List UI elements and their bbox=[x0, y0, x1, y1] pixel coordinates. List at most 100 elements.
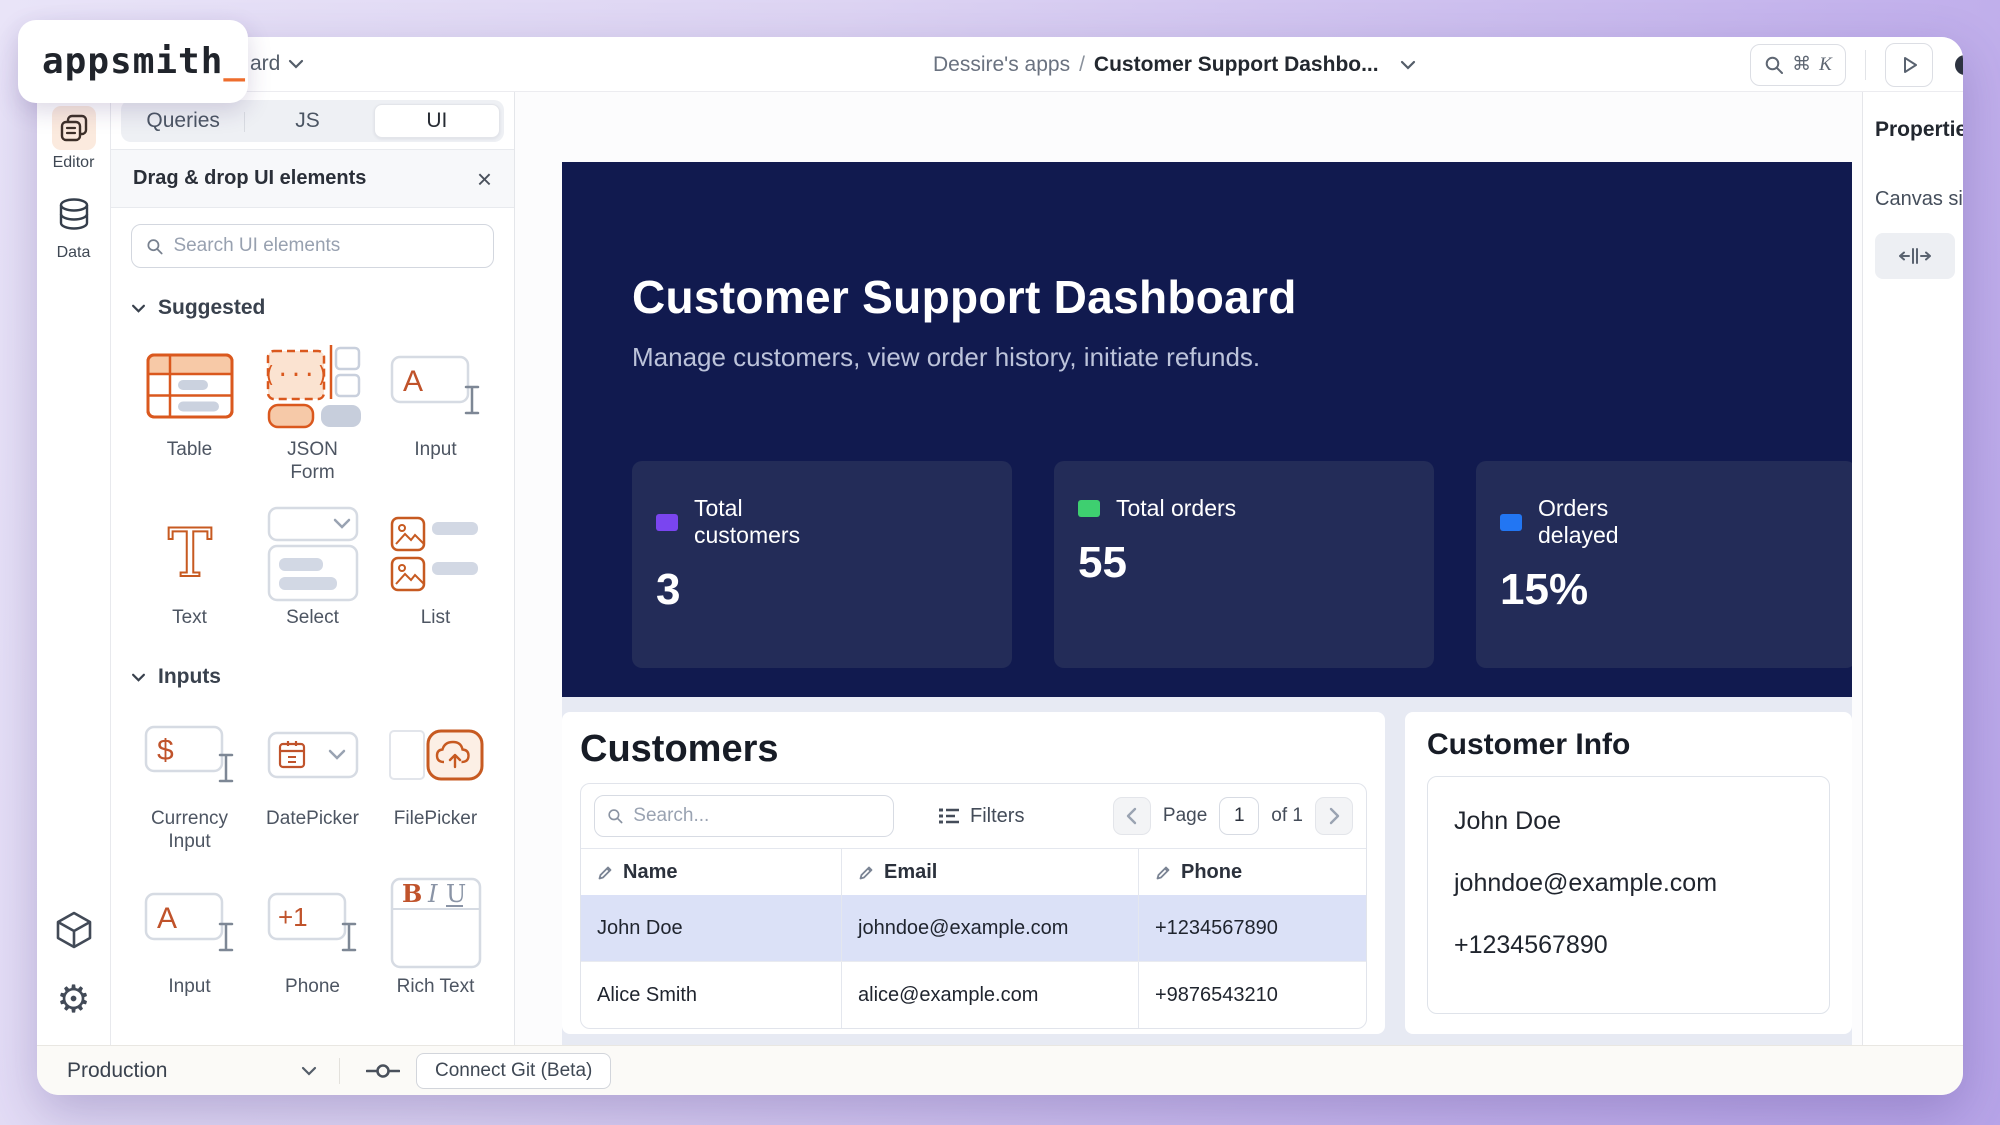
chevron-right-icon bbox=[1329, 807, 1340, 825]
customer-info-box: John Doe johndoe@example.com +1234567890 bbox=[1427, 776, 1830, 1014]
widget-card-list[interactable]: List bbox=[377, 512, 494, 629]
widget-search-input[interactable] bbox=[173, 235, 479, 257]
shortcut-modifier: ⌘ bbox=[1792, 53, 1811, 76]
widget-card-filepicker[interactable]: FilePicker bbox=[377, 713, 494, 853]
tab-queries[interactable]: Queries bbox=[121, 103, 245, 139]
widget-card-json-form[interactable]: (···) JSON Form bbox=[254, 344, 371, 484]
stat-card-total-customers[interactable]: Total customers 3 bbox=[632, 461, 1012, 668]
close-icon[interactable]: × bbox=[477, 166, 492, 192]
column-header-phone[interactable]: Phone bbox=[1138, 849, 1366, 895]
avatar[interactable] bbox=[1955, 55, 1963, 75]
cell-email[interactable]: johndoe@example.com bbox=[841, 895, 1138, 961]
widget-card-rich-text[interactable]: BIU Rich Text bbox=[377, 881, 494, 998]
widget-label: Rich Text bbox=[397, 975, 475, 998]
column-header-email[interactable]: Email bbox=[841, 849, 1138, 895]
filters-icon bbox=[938, 807, 960, 825]
canvas-resize-button[interactable] bbox=[1875, 233, 1955, 279]
hero-banner[interactable]: Customer Support Dashboard Manage custom… bbox=[562, 162, 1852, 697]
prev-page-button[interactable] bbox=[1113, 797, 1151, 835]
table-search-input[interactable] bbox=[633, 805, 881, 827]
widget-card-currency-input[interactable]: $ Currency Input bbox=[131, 713, 248, 853]
widget-card-phone-input[interactable]: +1 Phone bbox=[254, 881, 371, 998]
table-row[interactable]: Alice Smith alice@example.com +987654321… bbox=[581, 961, 1366, 1028]
appsmith-logo[interactable]: appsmith_ bbox=[18, 20, 248, 103]
rail-item-data[interactable]: Data bbox=[52, 196, 96, 262]
pages-dropdown-fragment[interactable]: ard bbox=[250, 52, 304, 76]
widget-grid-inputs: $ Currency Input DatePicker FilePicker bbox=[131, 713, 494, 998]
properties-panel: Properties Canvas siz bbox=[1862, 92, 1963, 1045]
rail-item-editor[interactable]: Editor bbox=[52, 106, 96, 172]
database-icon bbox=[52, 196, 96, 240]
breadcrumb-app-name[interactable]: Customer Support Dashbo... bbox=[1094, 53, 1379, 77]
app-canvas[interactable]: Customer Support Dashboard Manage custom… bbox=[515, 92, 1862, 1045]
search-icon bbox=[1764, 55, 1784, 75]
customer-info-name: John Doe bbox=[1454, 807, 1803, 836]
stat-card-total-orders[interactable]: Total orders 55 bbox=[1054, 461, 1434, 668]
canvas-size-label: Canvas siz bbox=[1875, 188, 1963, 211]
top-bar: ard Dessire's apps / Customer Support Da… bbox=[37, 37, 1963, 92]
widget-card-input[interactable]: A Input bbox=[131, 881, 248, 998]
stat-card-orders-delayed[interactable]: Orders delayed 15% bbox=[1476, 461, 1852, 668]
tab-js[interactable]: JS bbox=[245, 103, 369, 139]
input-widget-icon: A bbox=[390, 344, 482, 428]
chevron-left-icon bbox=[1126, 807, 1137, 825]
customer-info-panel[interactable]: Customer Info John Doe johndoe@example.c… bbox=[1405, 712, 1852, 1034]
widget-card-select[interactable]: Select bbox=[254, 512, 371, 629]
widget-label: FilePicker bbox=[394, 807, 477, 830]
resize-horizontal-icon bbox=[1897, 246, 1933, 266]
widget-card-input[interactable]: A Input bbox=[377, 344, 494, 484]
svg-text:A: A bbox=[403, 365, 423, 398]
table-toolbar: Filters Page of 1 bbox=[581, 784, 1366, 848]
stat-value: 15% bbox=[1500, 565, 1832, 615]
connect-git-button[interactable]: Connect Git (Beta) bbox=[416, 1053, 611, 1089]
pages-dropdown-label: ard bbox=[250, 52, 280, 76]
widget-card-text[interactable]: T Text bbox=[131, 512, 248, 629]
environment-label: Production bbox=[67, 1059, 167, 1083]
stat-swatch bbox=[656, 514, 678, 531]
properties-title: Properties bbox=[1875, 118, 1963, 142]
tab-ui[interactable]: UI bbox=[374, 104, 500, 138]
table-search[interactable] bbox=[594, 795, 894, 837]
omnibar-search-button[interactable]: ⌘ K bbox=[1750, 44, 1846, 86]
pencil-icon bbox=[858, 864, 875, 881]
stat-swatch bbox=[1078, 500, 1100, 517]
cell-phone[interactable]: +1234567890 bbox=[1138, 895, 1366, 961]
phone-input-widget-icon: +1 bbox=[267, 881, 359, 965]
svg-text:+1: +1 bbox=[278, 902, 308, 932]
section-suggested[interactable]: Suggested bbox=[131, 296, 494, 320]
cell-phone[interactable]: +9876543210 bbox=[1138, 962, 1366, 1028]
breadcrumb[interactable]: Dessire's apps / Customer Support Dashbo… bbox=[933, 37, 1416, 92]
cell-name[interactable]: John Doe bbox=[581, 895, 841, 961]
section-title: Inputs bbox=[158, 665, 221, 689]
widget-label: Phone bbox=[285, 975, 340, 998]
breadcrumb-workspace[interactable]: Dessire's apps bbox=[933, 53, 1070, 77]
customers-panel[interactable]: Customers Filters bbox=[562, 712, 1385, 1034]
page-number-input[interactable] bbox=[1219, 797, 1259, 835]
next-page-button[interactable] bbox=[1315, 797, 1353, 835]
page-of-label: of 1 bbox=[1271, 805, 1303, 827]
widgets-panel-header: Drag & drop UI elements × bbox=[111, 150, 514, 208]
rail-item-settings[interactable]: ⚙ bbox=[56, 981, 90, 1019]
rail-item-label: Data bbox=[57, 244, 91, 262]
table-row[interactable]: John Doe johndoe@example.com +1234567890 bbox=[581, 895, 1366, 961]
shortcut-key: K bbox=[1819, 54, 1832, 76]
section-inputs[interactable]: Inputs bbox=[131, 665, 494, 689]
environment-select[interactable]: Production bbox=[67, 1059, 317, 1083]
filters-button[interactable]: Filters bbox=[938, 805, 1024, 828]
svg-text:(···): (···) bbox=[265, 363, 329, 388]
widget-card-table[interactable]: Table bbox=[131, 344, 248, 484]
cell-email[interactable]: alice@example.com bbox=[841, 962, 1138, 1028]
deploy-preview-button[interactable] bbox=[1885, 43, 1933, 87]
stat-value: 55 bbox=[1078, 538, 1410, 588]
cell-name[interactable]: Alice Smith bbox=[581, 962, 841, 1028]
app-window: ard Dessire's apps / Customer Support Da… bbox=[37, 37, 1963, 1095]
chevron-down-icon[interactable] bbox=[1400, 60, 1416, 70]
widget-label: Currency Input bbox=[151, 807, 229, 853]
column-header-name[interactable]: Name bbox=[581, 849, 841, 895]
rail-item-libraries[interactable] bbox=[53, 909, 95, 951]
search-icon bbox=[607, 807, 623, 825]
widget-card-datepicker[interactable]: DatePicker bbox=[254, 713, 371, 853]
section-title: Suggested bbox=[158, 296, 265, 320]
svg-text:U: U bbox=[446, 880, 466, 908]
widget-search[interactable] bbox=[131, 224, 494, 268]
